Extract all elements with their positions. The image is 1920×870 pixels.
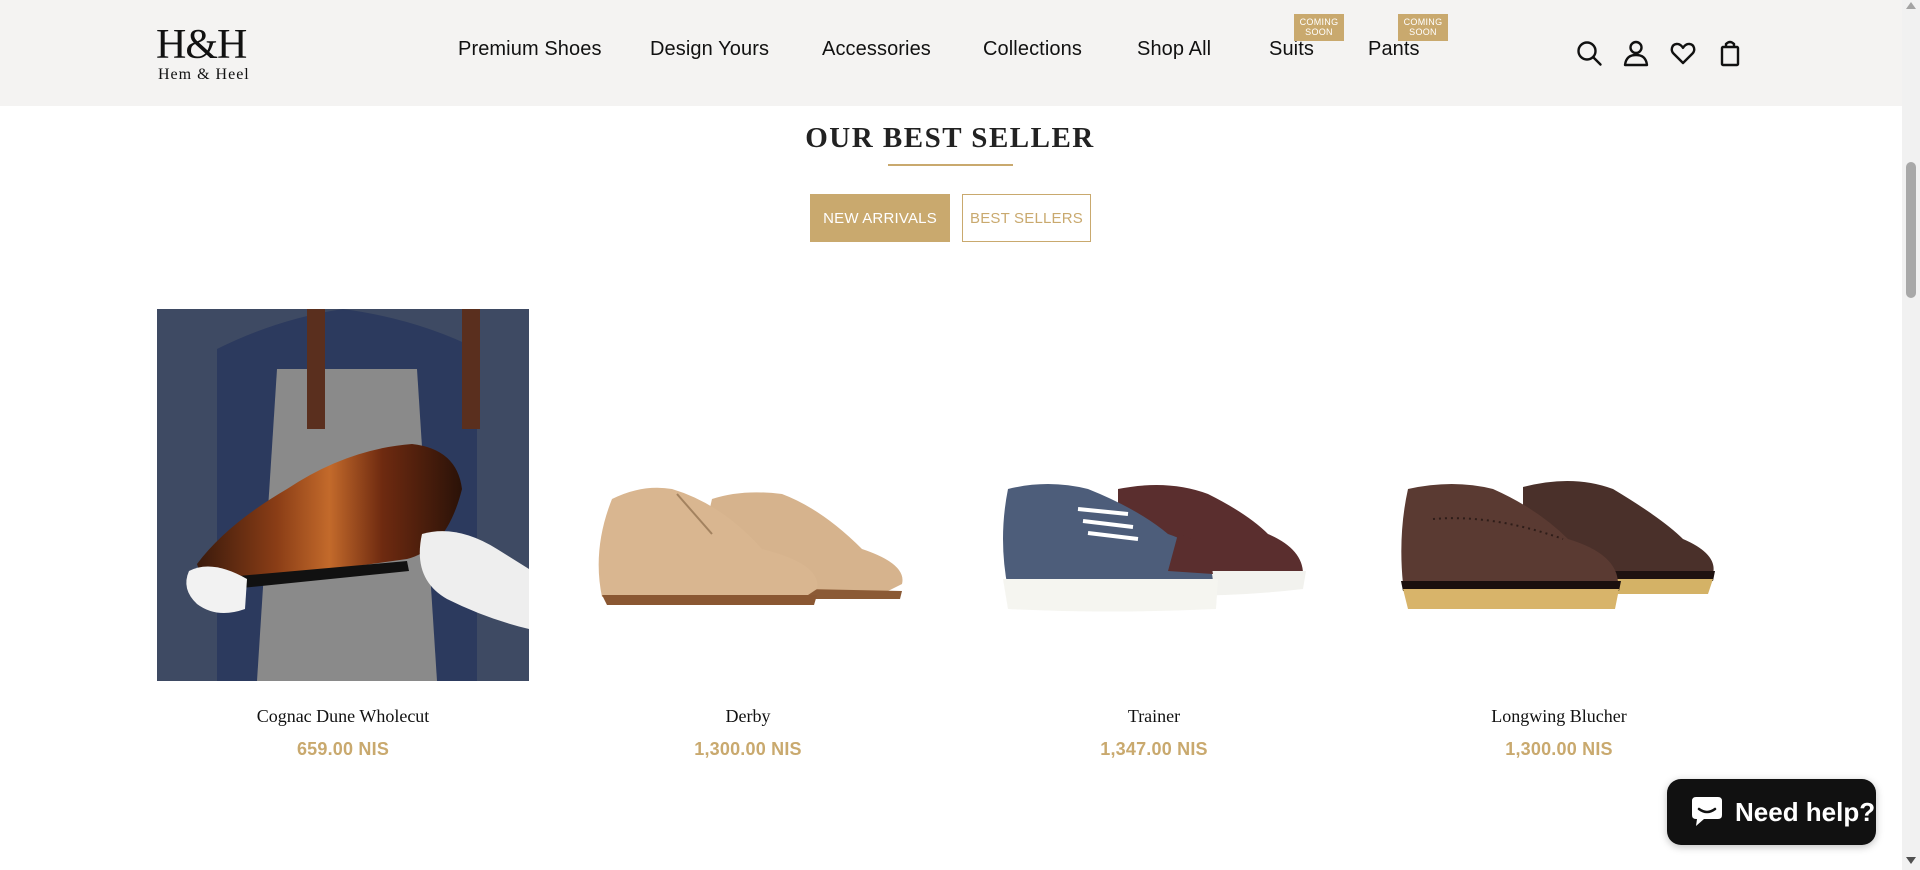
site-header: H&H Hem & Heel Premium Shoes Design Your… xyxy=(0,0,1902,106)
product-price: 1,347.00 NIS xyxy=(1100,739,1208,759)
product-image-derby[interactable] xyxy=(562,309,934,681)
nav-accessories[interactable]: Accessories xyxy=(822,38,931,61)
product-image-longwing-blucher[interactable] xyxy=(1373,309,1745,681)
nav-collections[interactable]: Collections xyxy=(983,38,1082,61)
search-icon[interactable] xyxy=(1574,38,1604,68)
help-label: Need help? xyxy=(1735,796,1876,827)
coming-soon-badge-suits: COMING SOON xyxy=(1294,14,1344,41)
account-icon[interactable] xyxy=(1621,38,1651,68)
brand-logo[interactable]: H&H Hem & Heel xyxy=(156,24,266,84)
product-name[interactable]: Cognac Dune Wholecut xyxy=(157,706,529,727)
brand-mark: H&H xyxy=(156,22,247,68)
product-name[interactable]: Longwing Blucher xyxy=(1373,706,1745,727)
product-name[interactable]: Trainer xyxy=(968,706,1340,727)
product-card[interactable]: Trainer 1,347.00 NIS xyxy=(968,309,1340,760)
product-card[interactable]: Derby 1,300.00 NIS xyxy=(562,309,934,760)
nav-shop-all[interactable]: Shop All xyxy=(1137,38,1211,61)
nav-pants[interactable]: Pants xyxy=(1368,38,1420,61)
nav-premium-shoes[interactable]: Premium Shoes xyxy=(458,38,602,61)
product-card[interactable]: Cognac Dune Wholecut 659.00 NIS xyxy=(157,309,529,760)
product-image-trainer[interactable] xyxy=(968,309,1340,681)
tab-new-arrivals[interactable]: NEW ARRIVALS xyxy=(810,194,950,242)
nav-suits[interactable]: Suits xyxy=(1269,38,1314,61)
page-scrollbar[interactable] xyxy=(1902,0,1920,870)
product-price: 1,300.00 NIS xyxy=(1505,739,1613,759)
brand-name: Hem & Heel xyxy=(158,66,250,83)
cart-bag-icon[interactable] xyxy=(1715,38,1745,68)
nav-design-yours[interactable]: Design Yours xyxy=(650,38,769,61)
need-help-chat-button[interactable]: Need help? xyxy=(1667,779,1876,845)
scroll-down-arrow-icon[interactable] xyxy=(1906,857,1916,864)
product-price: 1,300.00 NIS xyxy=(694,739,802,759)
chat-bubble-icon xyxy=(1692,797,1722,826)
product-image-cognac-dune-wholecut[interactable] xyxy=(157,309,529,681)
product-card[interactable]: Longwing Blucher 1,300.00 NIS xyxy=(1373,309,1745,760)
product-name[interactable]: Derby xyxy=(562,706,934,727)
tab-best-sellers[interactable]: BEST SELLERS xyxy=(962,194,1091,242)
section-title: OUR BEST SELLER xyxy=(805,122,1095,154)
product-price: 659.00 NIS xyxy=(296,739,390,759)
scrollbar-thumb[interactable] xyxy=(1906,162,1916,298)
title-underline xyxy=(888,164,1013,166)
scroll-up-arrow-icon[interactable] xyxy=(1906,2,1916,9)
wishlist-heart-icon[interactable] xyxy=(1668,38,1698,68)
coming-soon-badge-pants: COMING SOON xyxy=(1398,14,1448,41)
